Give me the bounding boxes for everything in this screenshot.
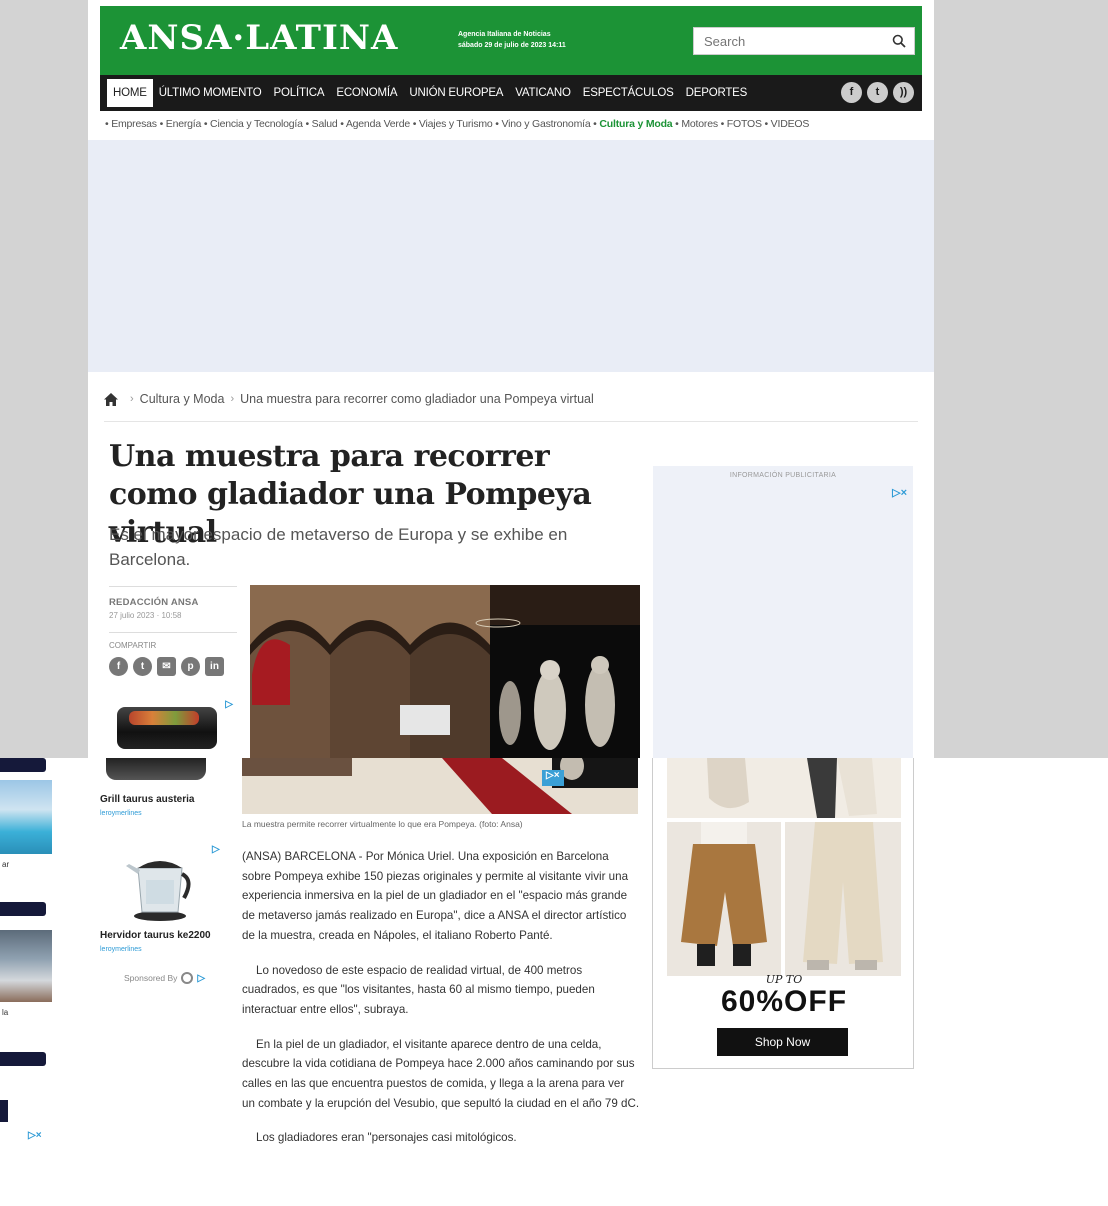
- left-ad-text: ar: [2, 860, 10, 869]
- nav-item-home[interactable]: HOME: [107, 79, 153, 107]
- article-subtitle: Es el mayor espacio de metaverso de Euro…: [109, 525, 568, 569]
- brown-trousers-image: [667, 822, 781, 976]
- interior-room-image: [0, 930, 52, 1002]
- nav-item-deportes[interactable]: DEPORTES: [680, 79, 753, 107]
- site-header: ANSA·LATINA Agencia Italiana de Noticias…: [100, 6, 922, 75]
- subnav-cultura-y-moda[interactable]: Cultura y Moda: [599, 118, 672, 130]
- page-margin-left: [0, 0, 88, 758]
- subnav-links[interactable]: • Empresas • Energía • Ciencia y Tecnolo…: [105, 118, 599, 130]
- adchoices-close-icon[interactable]: ▷×: [892, 486, 907, 499]
- left-ad-edge: [0, 1100, 8, 1122]
- adchoices-close-icon[interactable]: ▷×: [28, 1130, 42, 1141]
- grill-ad-image[interactable]: ▷: [109, 697, 237, 758]
- top-ad-banner[interactable]: [88, 140, 934, 372]
- main-nav: HOME ÚLTIMO MOMENTO POLÍTICA ECONOMÍA UN…: [100, 75, 922, 111]
- cream-trousers-image: [785, 822, 901, 976]
- article-paragraph: En la piel de un gladiador, el visitante…: [242, 1037, 640, 1110]
- exhibition-hall-image: [250, 585, 640, 758]
- bottom-viewport: ar la ▷× Grill taurus austeria leroymerl…: [0, 758, 1108, 1206]
- fashion-ad[interactable]: UP TO 60%OFF Shop Now: [652, 758, 914, 1069]
- left-ad-button[interactable]: [0, 1052, 46, 1066]
- share-pinterest-icon[interactable]: p: [181, 657, 200, 676]
- search-icon[interactable]: [892, 34, 906, 48]
- tagline-date: sábado 29 de julio de 2023 14:11: [458, 42, 566, 49]
- article-content: Grill taurus austeria leroymerlines ▷ He…: [78, 758, 935, 1206]
- fashion-model-image: [667, 758, 901, 818]
- site-logo[interactable]: ANSA·LATINA: [120, 18, 398, 58]
- grill-product-image: [106, 758, 206, 780]
- nav-item-ultimo-momento[interactable]: ÚLTIMO MOMENTO: [153, 79, 268, 107]
- resort-pool-image: [0, 780, 52, 854]
- sponsor-logo-icon[interactable]: [181, 972, 194, 984]
- grill-food-image: [129, 711, 199, 725]
- share-label: COMPARTIR: [109, 641, 157, 650]
- adchoices-icon[interactable]: ▷: [212, 844, 220, 855]
- sponsored-by: Sponsored By ▷: [124, 972, 205, 984]
- tagline-agency: Agencia Italiana de Noticias: [458, 31, 551, 38]
- article-date: 27 julio 2023 · 10:58: [109, 611, 182, 620]
- share-buttons: f t ✉ p in: [109, 657, 224, 676]
- adchoices-icon[interactable]: ▷: [225, 699, 233, 710]
- search-box: [693, 27, 915, 55]
- share-email-icon[interactable]: ✉: [157, 657, 176, 676]
- breadcrumb: › Cultura y Moda › Una muestra para reco…: [104, 392, 594, 406]
- search-input[interactable]: [694, 28, 884, 54]
- nav-item-economia[interactable]: ECONOMÍA: [330, 79, 403, 107]
- nav-item-union-europea[interactable]: UNIÓN EUROPEA: [403, 79, 509, 107]
- breadcrumb-separator: ›: [230, 393, 235, 405]
- nav-item-espectaculos[interactable]: ESPECTÁCULOS: [577, 79, 680, 107]
- kettle-product-name[interactable]: Hervidor taurus ke2200: [100, 930, 211, 941]
- twitter-icon[interactable]: t: [867, 82, 888, 103]
- share-twitter-icon[interactable]: t: [133, 657, 152, 676]
- header-tagline: Agencia Italiana de Noticias sábado 29 d…: [458, 29, 566, 51]
- left-ad-text: la: [2, 1008, 9, 1017]
- divider: [109, 632, 237, 633]
- exhibition-hall-floor-image: [242, 758, 638, 814]
- social-links: f t )): [841, 82, 914, 103]
- nav-item-vaticano[interactable]: VATICANO: [509, 79, 576, 107]
- kettle-product-image: [126, 861, 191, 921]
- ad-info-label: INFORMACIÓN PUBLICITARIA: [729, 472, 837, 479]
- left-ad-panel[interactable]: ar la ▷×: [0, 758, 78, 1206]
- subnav-links-rest[interactable]: • Motores • FOTOS • VIDEOS: [672, 118, 809, 130]
- share-facebook-icon[interactable]: f: [109, 657, 128, 676]
- article-paragraph: (ANSA) BARCELONA - Por Mónica Uriel. Una…: [242, 850, 629, 942]
- top-viewport: ANSA·LATINA Agencia Italiana de Noticias…: [88, 0, 934, 758]
- left-ad-button[interactable]: [0, 758, 46, 772]
- sponsored-products-ad[interactable]: Grill taurus austeria leroymerlines ▷ He…: [98, 758, 228, 988]
- adchoices-close-icon[interactable]: ▷×: [544, 770, 562, 781]
- article-photo-bottom[interactable]: ▷×: [242, 758, 638, 814]
- breadcrumb-separator: ›: [130, 393, 134, 405]
- sub-nav: • Empresas • Energía • Ciencia y Tecnolo…: [105, 118, 809, 130]
- right-sidebar-ad[interactable]: INFORMACIÓN PUBLICITARIA ▷×: [653, 466, 913, 758]
- promo-discount: 60%OFF: [720, 985, 848, 1018]
- divider: [109, 586, 237, 587]
- article-body: (ANSA) BARCELONA - Por Mónica Uriel. Una…: [242, 847, 640, 1163]
- article-author: REDACCIÓN ANSA: [109, 597, 199, 608]
- nav-item-politica[interactable]: POLÍTICA: [268, 79, 331, 107]
- facebook-icon[interactable]: f: [841, 82, 862, 103]
- share-linkedin-icon[interactable]: in: [205, 657, 224, 676]
- grill-product-name[interactable]: Grill taurus austeria: [100, 794, 194, 805]
- grill-product-brand[interactable]: leroymerlines: [100, 810, 142, 817]
- breadcrumb-current: Una muestra para recorrer como gladiador…: [240, 392, 594, 406]
- article-paragraph: Los gladiadores eran "personajes casi mi…: [256, 1131, 517, 1145]
- article-photo[interactable]: [250, 585, 640, 758]
- sponsored-label: Sponsored By: [124, 973, 178, 983]
- kettle-product-brand[interactable]: leroymerlines: [100, 946, 142, 953]
- adchoices-icon[interactable]: ▷: [197, 973, 205, 984]
- home-icon[interactable]: [104, 392, 118, 406]
- left-ad-button[interactable]: [0, 902, 46, 916]
- photo-caption: La muestra permite recorrer virtualmente…: [242, 819, 523, 829]
- rss-icon[interactable]: )): [893, 82, 914, 103]
- page-margin-right: [934, 0, 1108, 758]
- article-paragraph: Lo novedoso de este espacio de realidad …: [242, 963, 595, 1016]
- divider: [104, 421, 918, 422]
- breadcrumb-section[interactable]: Cultura y Moda: [140, 392, 225, 406]
- page-root: ANSA·LATINA Agencia Italiana de Noticias…: [0, 0, 1108, 1206]
- shop-now-button[interactable]: Shop Now: [717, 1028, 848, 1056]
